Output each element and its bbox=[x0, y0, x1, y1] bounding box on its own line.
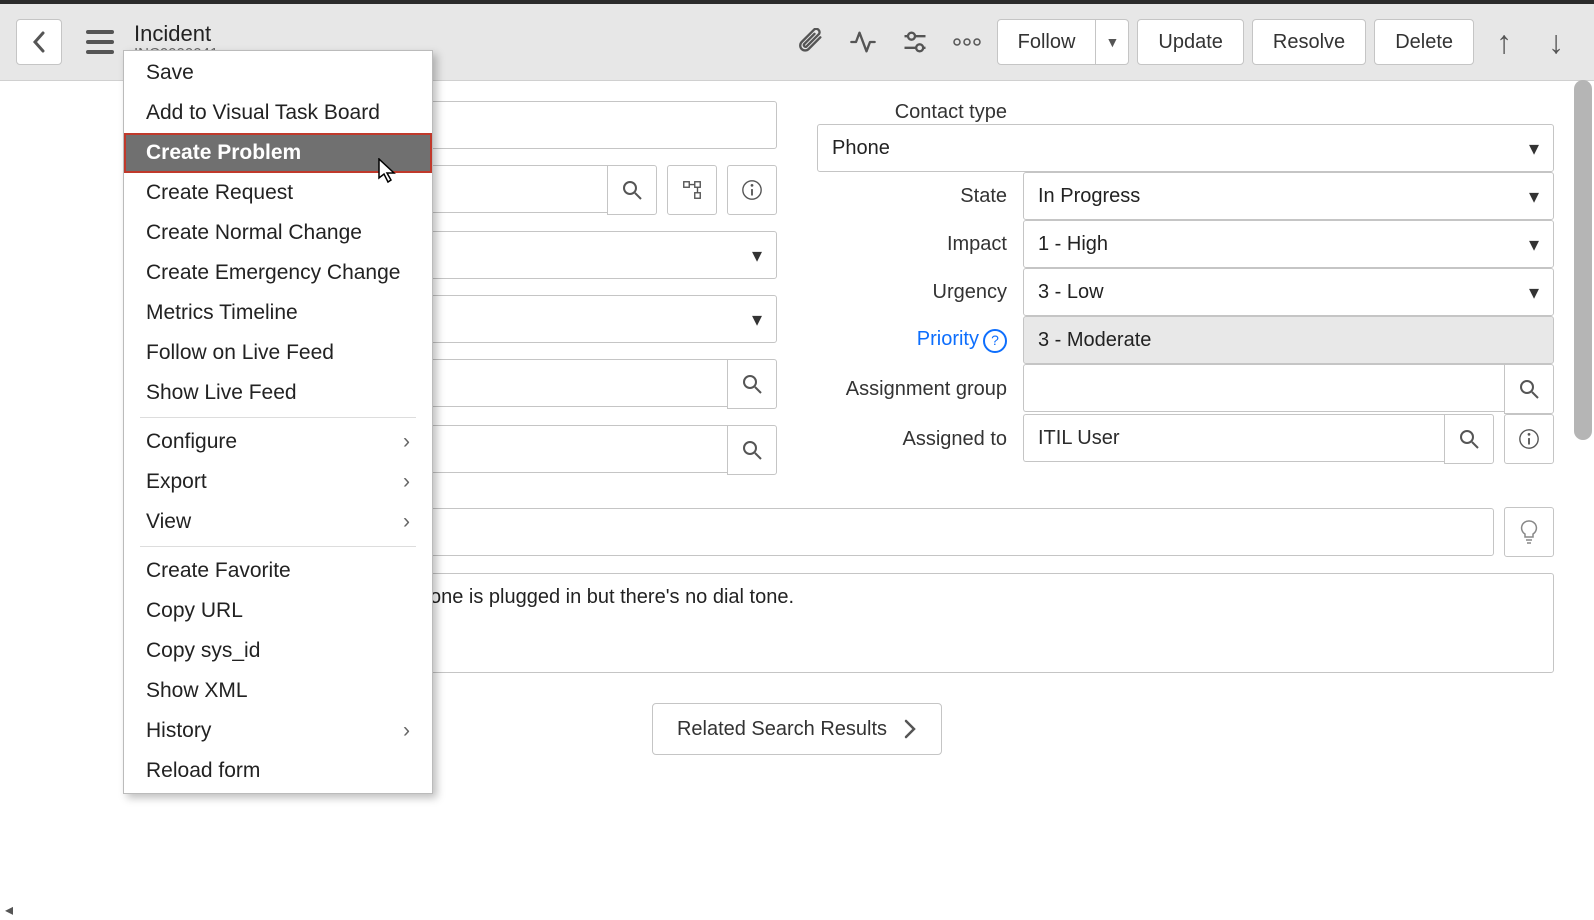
search-icon bbox=[1519, 379, 1539, 399]
assigned-to-input[interactable]: ITIL User bbox=[1023, 414, 1444, 462]
menu-copy-url[interactable]: Copy URL bbox=[124, 591, 432, 631]
update-button[interactable]: Update bbox=[1137, 19, 1244, 65]
chevron-right-icon: › bbox=[403, 430, 410, 454]
menu-separator bbox=[140, 546, 416, 547]
menu-create-normal-change[interactable]: Create Normal Change bbox=[124, 213, 432, 253]
description-input[interactable]: or receive calls. Phone is plugged in bu… bbox=[246, 573, 1554, 673]
assigned-to-info-button[interactable] bbox=[1504, 414, 1554, 464]
context-menu-button[interactable] bbox=[78, 20, 122, 64]
menu-follow-live-feed[interactable]: Follow on Live Feed bbox=[124, 333, 432, 373]
urgency-row: Urgency 3 - Low bbox=[817, 268, 1554, 316]
chevron-right-icon bbox=[903, 719, 917, 739]
menu-configure[interactable]: Configure› bbox=[124, 422, 432, 462]
info-icon bbox=[741, 179, 763, 201]
state-label: State bbox=[817, 185, 1007, 208]
contact-type-label: Contact type bbox=[817, 101, 1007, 124]
assignment-group-lookup-button[interactable] bbox=[1504, 364, 1554, 414]
search-icon bbox=[1459, 429, 1479, 449]
assignment-group-label: Assignment group bbox=[817, 378, 1007, 401]
state-row: State In Progress bbox=[817, 172, 1554, 220]
urgency-label: Urgency bbox=[817, 281, 1007, 304]
menu-show-xml[interactable]: Show XML bbox=[124, 671, 432, 711]
lightbulb-icon bbox=[1519, 519, 1539, 545]
menu-create-favorite[interactable]: Create Favorite bbox=[124, 551, 432, 591]
right-column: Contact type Phone State In Progress Imp… bbox=[817, 101, 1554, 475]
follow-button[interactable]: Follow bbox=[997, 19, 1097, 65]
menu-separator bbox=[140, 417, 416, 418]
caller-lookup-button[interactable] bbox=[607, 165, 657, 215]
menu-reload-form[interactable]: Reload form bbox=[124, 751, 432, 791]
activity-button[interactable] bbox=[841, 20, 885, 64]
menu-history[interactable]: History› bbox=[124, 711, 432, 751]
chevron-left-icon bbox=[31, 31, 47, 53]
chevron-right-icon: › bbox=[403, 470, 410, 494]
resolve-button[interactable]: Resolve bbox=[1252, 19, 1366, 65]
vertical-scrollbar[interactable] bbox=[1574, 80, 1592, 889]
related-search-button[interactable]: Related Search Results bbox=[652, 703, 942, 755]
context-menu: Save Add to Visual Task Board Create Pro… bbox=[123, 50, 433, 794]
record-type-label: Incident bbox=[134, 22, 218, 46]
contact-type-select[interactable]: Phone bbox=[817, 124, 1554, 172]
attachment-button[interactable] bbox=[789, 20, 833, 64]
caller-tree-button[interactable] bbox=[667, 165, 717, 215]
help-icon[interactable]: ? bbox=[983, 329, 1007, 353]
tree-icon bbox=[681, 179, 703, 201]
activity-icon bbox=[849, 28, 877, 56]
caller-info-button[interactable] bbox=[727, 165, 777, 215]
search-icon bbox=[622, 180, 642, 200]
chevron-right-icon: › bbox=[403, 510, 410, 534]
menu-add-visual-task-board[interactable]: Add to Visual Task Board bbox=[124, 93, 432, 133]
impact-row: Impact 1 - High bbox=[817, 220, 1554, 268]
menu-copy-sys-id[interactable]: Copy sys_id bbox=[124, 631, 432, 671]
follow-button-group: Follow ▼ bbox=[997, 19, 1130, 65]
priority-row: Priority? 3 - Moderate bbox=[817, 316, 1554, 364]
paperclip-icon bbox=[797, 28, 825, 56]
assignment-group-row: Assignment group bbox=[817, 364, 1554, 414]
short-description-input[interactable] bbox=[246, 508, 1494, 556]
priority-label[interactable]: Priority? bbox=[817, 328, 1007, 353]
next-record-button[interactable]: ↓ bbox=[1534, 20, 1578, 64]
horizontal-scrollbar[interactable]: ◂ bbox=[0, 901, 1574, 919]
scroll-left-icon[interactable]: ◂ bbox=[0, 900, 18, 920]
menu-export[interactable]: Export› bbox=[124, 462, 432, 502]
assigned-to-lookup-button[interactable] bbox=[1444, 414, 1494, 464]
sliders-icon bbox=[901, 28, 929, 56]
assigned-to-row: Assigned to ITIL User bbox=[817, 414, 1554, 464]
back-button[interactable] bbox=[16, 19, 62, 65]
delete-button[interactable]: Delete bbox=[1374, 19, 1474, 65]
menu-view[interactable]: View› bbox=[124, 502, 432, 542]
impact-label: Impact bbox=[817, 233, 1007, 256]
previous-record-button[interactable]: ↑ bbox=[1482, 20, 1526, 64]
chevron-right-icon: › bbox=[403, 719, 410, 743]
priority-value: 3 - Moderate bbox=[1023, 316, 1554, 364]
urgency-select[interactable]: 3 - Low bbox=[1023, 268, 1554, 316]
info-icon bbox=[1518, 428, 1540, 450]
scrollbar-thumb[interactable] bbox=[1574, 80, 1592, 440]
settings-button[interactable] bbox=[893, 20, 937, 64]
menu-show-live-feed[interactable]: Show Live Feed bbox=[124, 373, 432, 413]
short-description-suggest-button[interactable] bbox=[1504, 507, 1554, 557]
impact-select[interactable]: 1 - High bbox=[1023, 220, 1554, 268]
menu-create-problem[interactable]: Create Problem bbox=[124, 133, 432, 173]
menu-create-emergency-change[interactable]: Create Emergency Change bbox=[124, 253, 432, 293]
follow-dropdown-button[interactable]: ▼ bbox=[1096, 19, 1129, 65]
menu-save[interactable]: Save bbox=[124, 53, 432, 93]
search-icon bbox=[742, 440, 762, 460]
contact-type-row: Contact type Phone State In Progress Imp… bbox=[817, 101, 1554, 464]
state-select[interactable]: In Progress bbox=[1023, 172, 1554, 220]
assignment-group-input[interactable] bbox=[1023, 364, 1504, 412]
menu-create-request[interactable]: Create Request bbox=[124, 173, 432, 213]
search-icon bbox=[742, 374, 762, 394]
configuration-item-lookup-button[interactable] bbox=[727, 425, 777, 475]
business-service-lookup-button[interactable] bbox=[727, 359, 777, 409]
assigned-to-label: Assigned to bbox=[817, 428, 1007, 451]
ellipsis-icon bbox=[953, 38, 981, 46]
menu-metrics-timeline[interactable]: Metrics Timeline bbox=[124, 293, 432, 333]
more-options-button[interactable] bbox=[945, 20, 989, 64]
